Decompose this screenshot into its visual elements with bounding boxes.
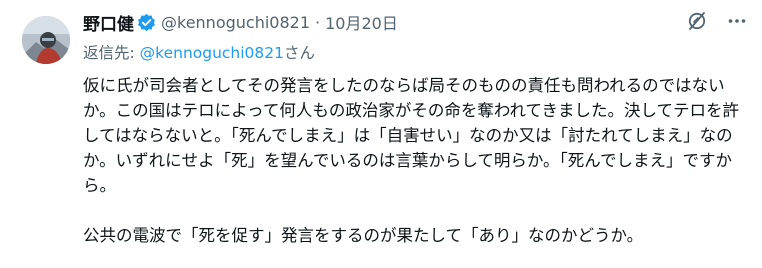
more-horizontal-icon[interactable] xyxy=(726,10,748,32)
separator-dot: · xyxy=(315,12,321,32)
reply-to-suffix: さん xyxy=(284,44,316,62)
tweet-paragraph-1: 仮に氏が司会者としてその発言をしたのならば局そのものの責任も問われるのではないか… xyxy=(83,76,740,195)
reply-to-mention[interactable]: @kennoguchi0821 xyxy=(140,44,284,62)
avatar-photo xyxy=(22,16,70,64)
tweet-paragraph-2: 公共の電波で「死を促す」発言をするのが果たして「あり」なのかどうか。 xyxy=(83,226,644,245)
avatar[interactable] xyxy=(22,16,70,64)
grok-icon[interactable] xyxy=(686,10,708,32)
header-actions xyxy=(686,10,748,32)
tweet-card: 野口健 @kennoguchi0821 · 10月20日 返信先: @kenno… xyxy=(0,0,762,268)
reply-to-prefix: 返信先: xyxy=(83,44,140,62)
tweet-text: 仮に氏が司会者としてその発言をしたのならば局そのものの責任も問われるのではないか… xyxy=(83,73,753,248)
author-name[interactable]: 野口健 xyxy=(83,10,134,35)
reply-to: 返信先: @kennoguchi0821さん xyxy=(83,41,753,63)
author-handle[interactable]: @kennoguchi0821 xyxy=(161,13,310,32)
tweet-content: 野口健 @kennoguchi0821 · 10月20日 返信先: @kenno… xyxy=(83,10,753,248)
tweet-date[interactable]: 10月20日 xyxy=(325,10,398,34)
tweet-header: 野口健 @kennoguchi0821 · 10月20日 xyxy=(83,10,753,35)
verified-badge-icon xyxy=(137,13,156,32)
